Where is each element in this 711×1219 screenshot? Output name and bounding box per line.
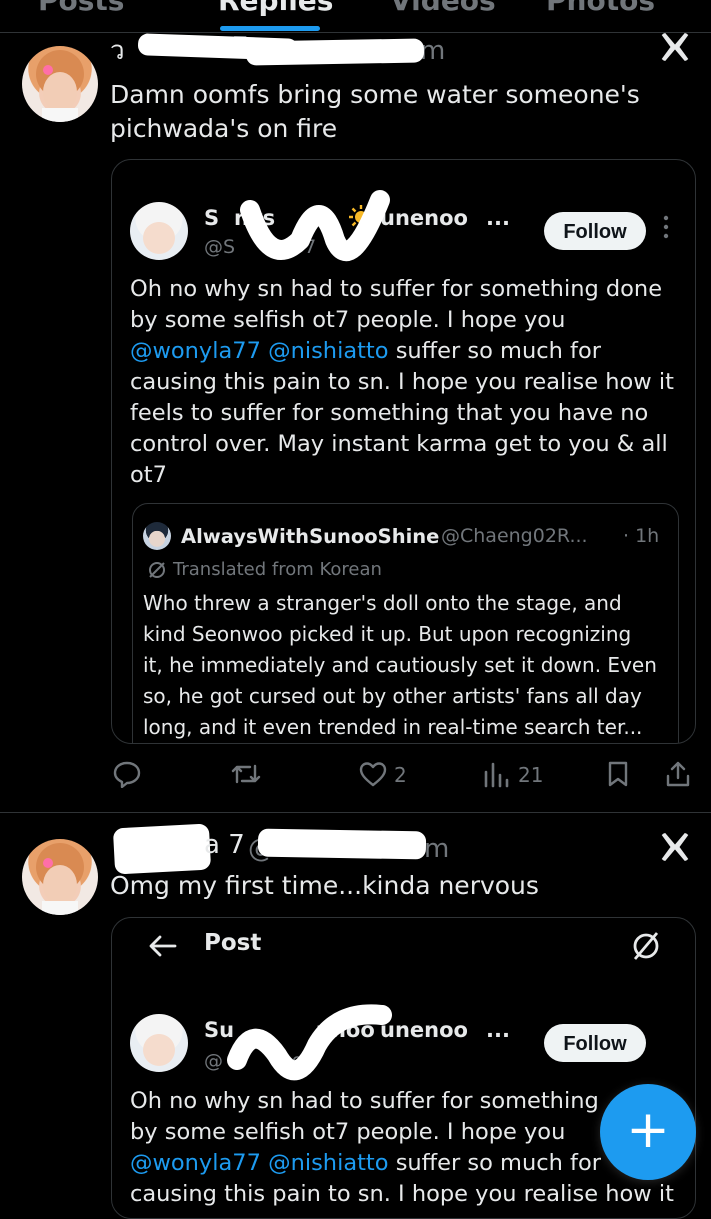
quoted-name-ellipsis: ... (486, 1018, 510, 1042)
nested-author-handle: @Chaeng02R... (441, 525, 588, 547)
redaction-mark (112, 823, 212, 875)
quoted-body-line: ot7 (130, 462, 167, 488)
tab-photos[interactable]: Photos (546, 0, 655, 17)
quoted-body-text: suffer so much for (395, 1150, 601, 1176)
mention-link[interactable]: @wonyla77 (130, 338, 261, 364)
quoted-body-line: @wonyla77 @nishiatto suffer so much for (130, 1148, 601, 1179)
mention-link[interactable]: @wonyla77 (130, 1150, 261, 1176)
like-count: 2 (394, 763, 407, 787)
embedded-post-card[interactable]: Post Su unoo unenoo ... @ ooS Follow Oh … (111, 917, 696, 1219)
active-tab-indicator (220, 26, 320, 31)
mention-link[interactable]: @nishiatto (268, 1150, 388, 1176)
follow-button[interactable]: Follow (544, 212, 646, 250)
translated-label[interactable]: Translated from Korean (173, 559, 382, 580)
avatar[interactable] (22, 839, 98, 915)
x-logo-icon[interactable] (660, 32, 690, 62)
arrow-left-icon[interactable] (148, 934, 178, 958)
nested-text-line: it, he immediately and cautiously set it… (143, 653, 657, 677)
compose-button[interactable]: + (600, 1084, 696, 1180)
quoted-body-line: feels to suffer for something that you h… (130, 400, 649, 426)
views-icon[interactable] (482, 760, 510, 788)
repost-icon[interactable] (230, 760, 262, 788)
quoted-body-line: by some selfish ot7 people. I hope you (130, 1119, 566, 1145)
quoted-body-line: @wonyla77 @nishiatto suffer so much for (130, 336, 601, 367)
quoted-post-card[interactable]: S nys unenoo ... @S 57 Follow Oh no why … (111, 159, 696, 744)
scribble-redaction (240, 180, 390, 280)
nested-quoted-post[interactable]: AlwaysWithSunooShine @Chaeng02R... · 1h … (132, 503, 679, 743)
quoted-body-line: causing this pain to sn. I hope you real… (130, 1181, 674, 1207)
plus-icon: + (626, 1100, 670, 1160)
quoted-avatar[interactable] (130, 1014, 188, 1072)
more-options-icon[interactable] (662, 214, 670, 240)
nested-text-line: kind Seonwoo picked it up. But upon reco… (143, 622, 632, 646)
post-header-title: Post (204, 930, 262, 956)
nested-text-line: so, he got cursed out by other artists' … (143, 684, 642, 708)
quoted-body-line: by some selfish ot7 people. I hope you (130, 307, 566, 333)
quoted-body-line: control over. May instant karma get to y… (130, 431, 668, 457)
tab-videos[interactable]: Videos (390, 0, 496, 17)
mention-link[interactable]: @nishiatto (268, 338, 388, 364)
like-icon[interactable] (358, 760, 388, 788)
reply-text: Omg my first time...kinda nervous (110, 871, 539, 900)
translate-icon (147, 560, 167, 580)
tab-replies[interactable]: Replies (218, 0, 333, 17)
quoted-name-end: unenoo (380, 206, 468, 230)
share-icon[interactable] (664, 760, 692, 788)
quoted-name-ellipsis: ... (486, 206, 510, 230)
reply-text-line: Damn oomfs bring some water someone's (110, 80, 640, 109)
post-divider (0, 812, 711, 813)
nested-text-line: long, and it even trended in real-time s… (143, 715, 643, 739)
quoted-name-start: S (204, 206, 220, 230)
nested-post-time: · 1h (623, 525, 660, 547)
quoted-handle-start: @ (204, 1050, 223, 1072)
quoted-name-end: unenoo (380, 1018, 468, 1042)
slash-circle-icon[interactable] (630, 930, 662, 962)
author-name-visible: ว (110, 36, 125, 66)
follow-button[interactable]: Follow (544, 1024, 646, 1062)
quoted-avatar[interactable] (130, 202, 188, 260)
redaction-mark (245, 38, 425, 66)
views-count: 21 (518, 763, 544, 787)
reply-icon[interactable] (112, 760, 142, 788)
tab-posts[interactable]: Posts (38, 0, 124, 17)
nested-text-line: Who threw a stranger's doll onto the sta… (143, 591, 622, 615)
post-time: m (424, 834, 450, 864)
quoted-body-line: Oh no why sn had to suffer for something (130, 1088, 599, 1114)
quoted-handle-start: @S (204, 236, 236, 258)
quoted-body-text: suffer so much for (395, 338, 601, 364)
nested-author-name: AlwaysWithSunooShine (181, 525, 440, 548)
avatar[interactable] (22, 46, 98, 122)
tabs-divider (0, 32, 711, 33)
bookmark-icon[interactable] (606, 760, 630, 788)
redaction-mark (257, 828, 427, 860)
reply-text-line: pichwada's on fire (110, 114, 338, 143)
nested-avatar (143, 522, 171, 550)
quoted-body-line: Oh no why sn had to suffer for something… (130, 276, 663, 302)
x-logo-icon[interactable] (660, 832, 690, 862)
quoted-body-line: causing this pain to sn. I hope you real… (130, 369, 674, 395)
author-name-suffix: a 7 (204, 830, 245, 860)
scribble-redaction (222, 1000, 392, 1090)
